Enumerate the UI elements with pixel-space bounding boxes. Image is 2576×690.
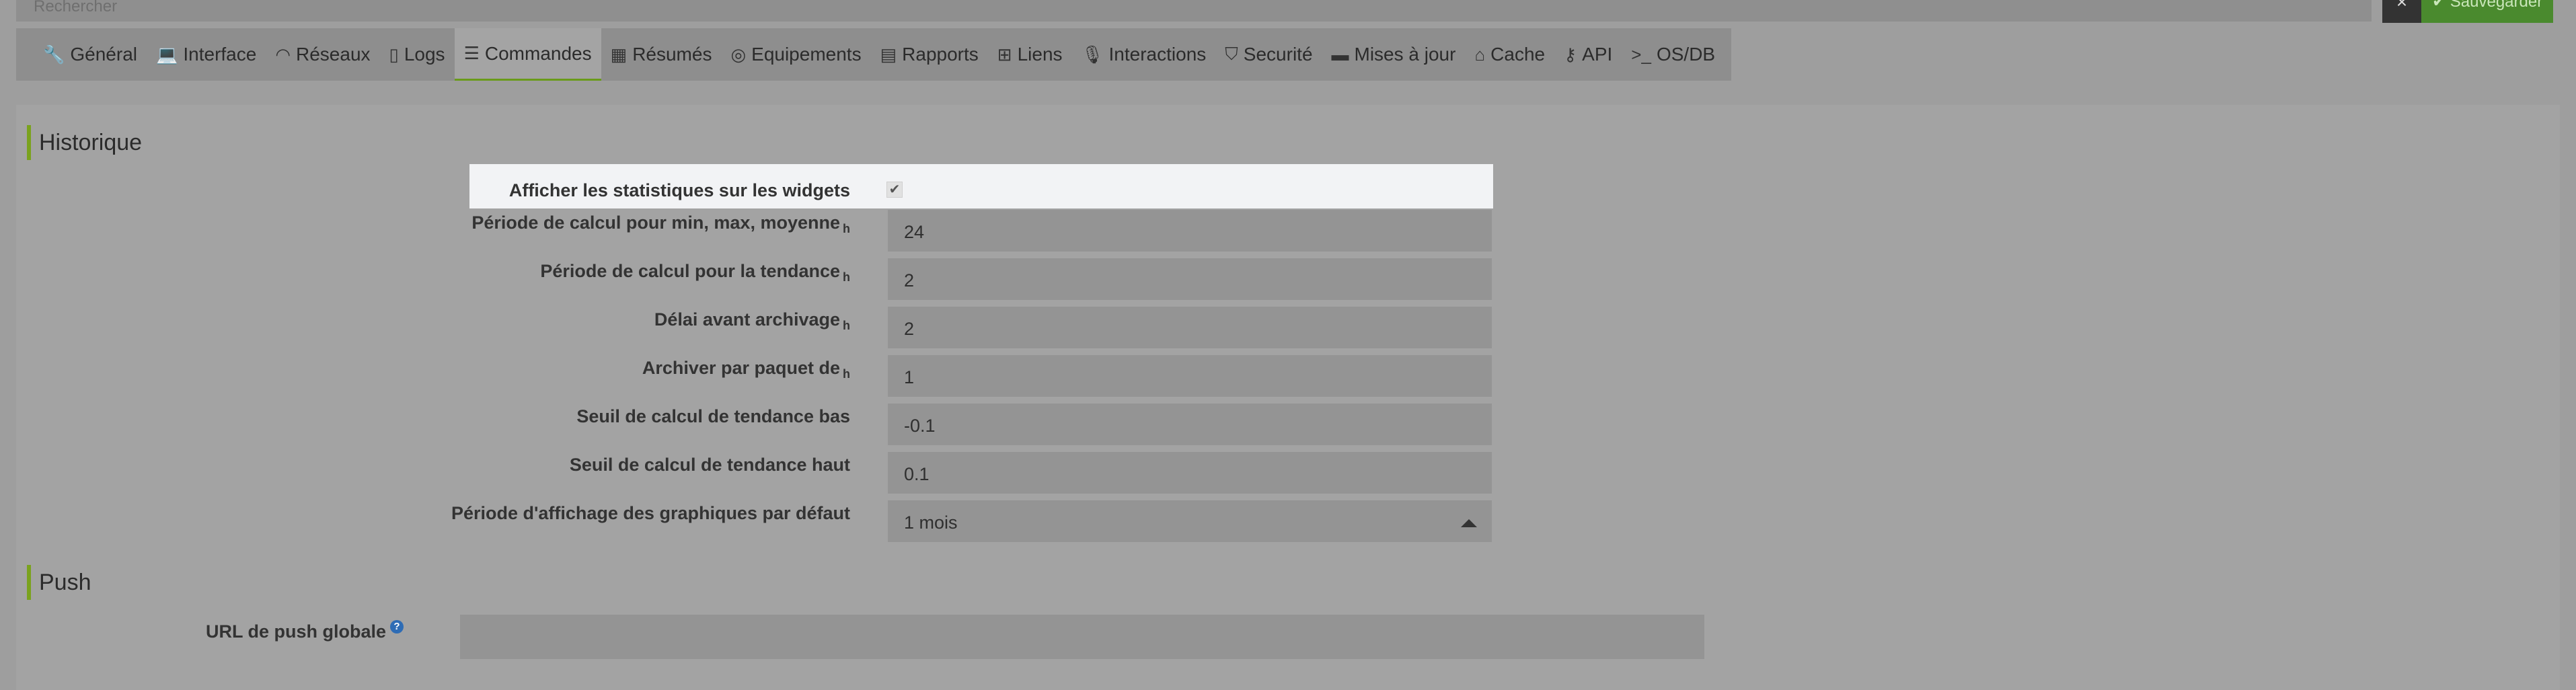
show-stats-label: Afficher les statistiques sur les widget…	[508, 180, 850, 200]
tab-os-db[interactable]: >_ OS/DB	[1622, 28, 1725, 81]
tab-label: Commandes	[484, 42, 592, 64]
archive-packet-input[interactable]: 1	[888, 355, 1492, 397]
tab-label: Général	[70, 44, 137, 65]
hdd-icon: ⌂	[1474, 44, 1486, 65]
tab-general[interactable]: 🔧 Général	[34, 28, 147, 81]
tab-api[interactable]: ⚷ API	[1554, 28, 1622, 81]
tab-label: Logs	[404, 44, 445, 65]
push-url-input[interactable]	[460, 615, 1704, 659]
graph-period-value: 1 mois	[904, 512, 958, 533]
list-icon: ☰	[463, 43, 480, 63]
microphone-icon: 🎙	[1081, 44, 1104, 65]
laptop-icon: 💻	[156, 44, 178, 65]
field-label-trend-high: Seuil de calcul de tendance haut	[569, 455, 850, 475]
sitemap-icon: ⊞	[997, 44, 1012, 65]
minmax-period-input[interactable]: 24	[888, 210, 1492, 252]
tab-interface[interactable]: 💻 Interface	[147, 28, 266, 81]
close-button[interactable]: ×	[2382, 0, 2421, 23]
tab-reseaux[interactable]: ◠ Réseaux	[266, 28, 379, 81]
field-label-trend-period: Période de calcul pour la tendance h	[540, 261, 850, 284]
table-icon: ▦	[610, 44, 628, 65]
tab-securite[interactable]: ⛉ Securité	[1215, 28, 1322, 81]
tab-label: Securité	[1243, 44, 1313, 65]
trend-low-input[interactable]: -0.1	[888, 404, 1492, 445]
tab-label: Rapports	[902, 44, 979, 65]
rss-icon: ◠	[275, 44, 291, 65]
shield-icon: ⛉	[1225, 44, 1238, 64]
tab-interactions[interactable]: 🎙 Interactions	[1072, 28, 1216, 81]
tab-resumes[interactable]: ▦ Résumés	[601, 28, 722, 81]
field-label-archive-packet: Archiver par paquet de h	[642, 358, 850, 381]
field-label-trend-low: Seuil de calcul de tendance bas	[576, 406, 850, 426]
section-title-historique: Historique	[27, 125, 142, 160]
search-input[interactable]	[32, 0, 842, 17]
search-bar	[16, 0, 2372, 22]
save-button-label: Sauvegarder	[2450, 0, 2543, 11]
tab-label: Résumés	[632, 44, 712, 65]
target-icon: ◎	[730, 44, 747, 65]
tab-label: Equipements	[751, 44, 862, 65]
trend-high-input[interactable]: 0.1	[888, 452, 1492, 494]
field-label-minmax-period: Période de calcul pour min, max, moyenne…	[471, 213, 850, 235]
check-circle-icon: ✔	[2432, 0, 2450, 11]
archive-delay-input[interactable]: 2	[888, 307, 1492, 348]
terminal-icon: >_	[1631, 44, 1651, 65]
show-stats-checkbox[interactable]: ✔	[886, 182, 903, 198]
wrench-icon: 🔧	[43, 44, 65, 65]
field-label-graph-period: Période d'affichage des graphiques par d…	[451, 503, 850, 523]
caret-up-icon	[1461, 519, 1477, 527]
unit-label: h	[843, 222, 850, 235]
field-label-archive-delay: Délai avant archivage h	[654, 309, 850, 332]
push-url-label: URL de push globale?	[206, 620, 404, 642]
newspaper-icon: ▤	[880, 44, 897, 65]
tab-label: Réseaux	[296, 44, 371, 65]
tab-label: API	[1582, 44, 1613, 65]
tab-label: Mises à jour	[1354, 44, 1456, 65]
tab-mises-a-jour[interactable]: ▬ Mises à jour	[1322, 28, 1466, 81]
section-title-push: Push	[27, 565, 91, 600]
credit-card-icon: ▬	[1331, 44, 1349, 65]
tab-commandes[interactable]: ☰ Commandes	[454, 28, 601, 81]
unit-label: h	[843, 319, 850, 332]
tab-logs[interactable]: ▯ Logs	[380, 28, 455, 81]
tab-label: Interface	[183, 44, 257, 65]
help-icon[interactable]: ?	[390, 620, 404, 634]
graph-period-select[interactable]: 1 mois	[888, 500, 1492, 542]
save-button[interactable]: ✔ Sauvegarder	[2421, 0, 2553, 23]
unit-label: h	[843, 367, 850, 381]
config-tabs: 🔧 Général 💻 Interface ◠ Réseaux ▯ Logs ☰ Comm…	[16, 28, 1731, 81]
tab-equipements[interactable]: ◎ Equipements	[721, 28, 870, 81]
tab-label: Liens	[1017, 44, 1063, 65]
tab-label: Cache	[1490, 44, 1546, 65]
tab-label: OS/DB	[1656, 44, 1716, 65]
tab-rapports[interactable]: ▤ Rapports	[871, 28, 988, 81]
tab-liens[interactable]: ⊞ Liens	[988, 28, 1072, 81]
key-icon: ⚷	[1564, 44, 1577, 65]
trend-period-input[interactable]: 2	[888, 258, 1492, 300]
file-icon: ▯	[389, 44, 399, 65]
tab-cache[interactable]: ⌂ Cache	[1465, 28, 1554, 81]
tab-label: Interactions	[1108, 44, 1207, 65]
unit-label: h	[843, 270, 850, 284]
